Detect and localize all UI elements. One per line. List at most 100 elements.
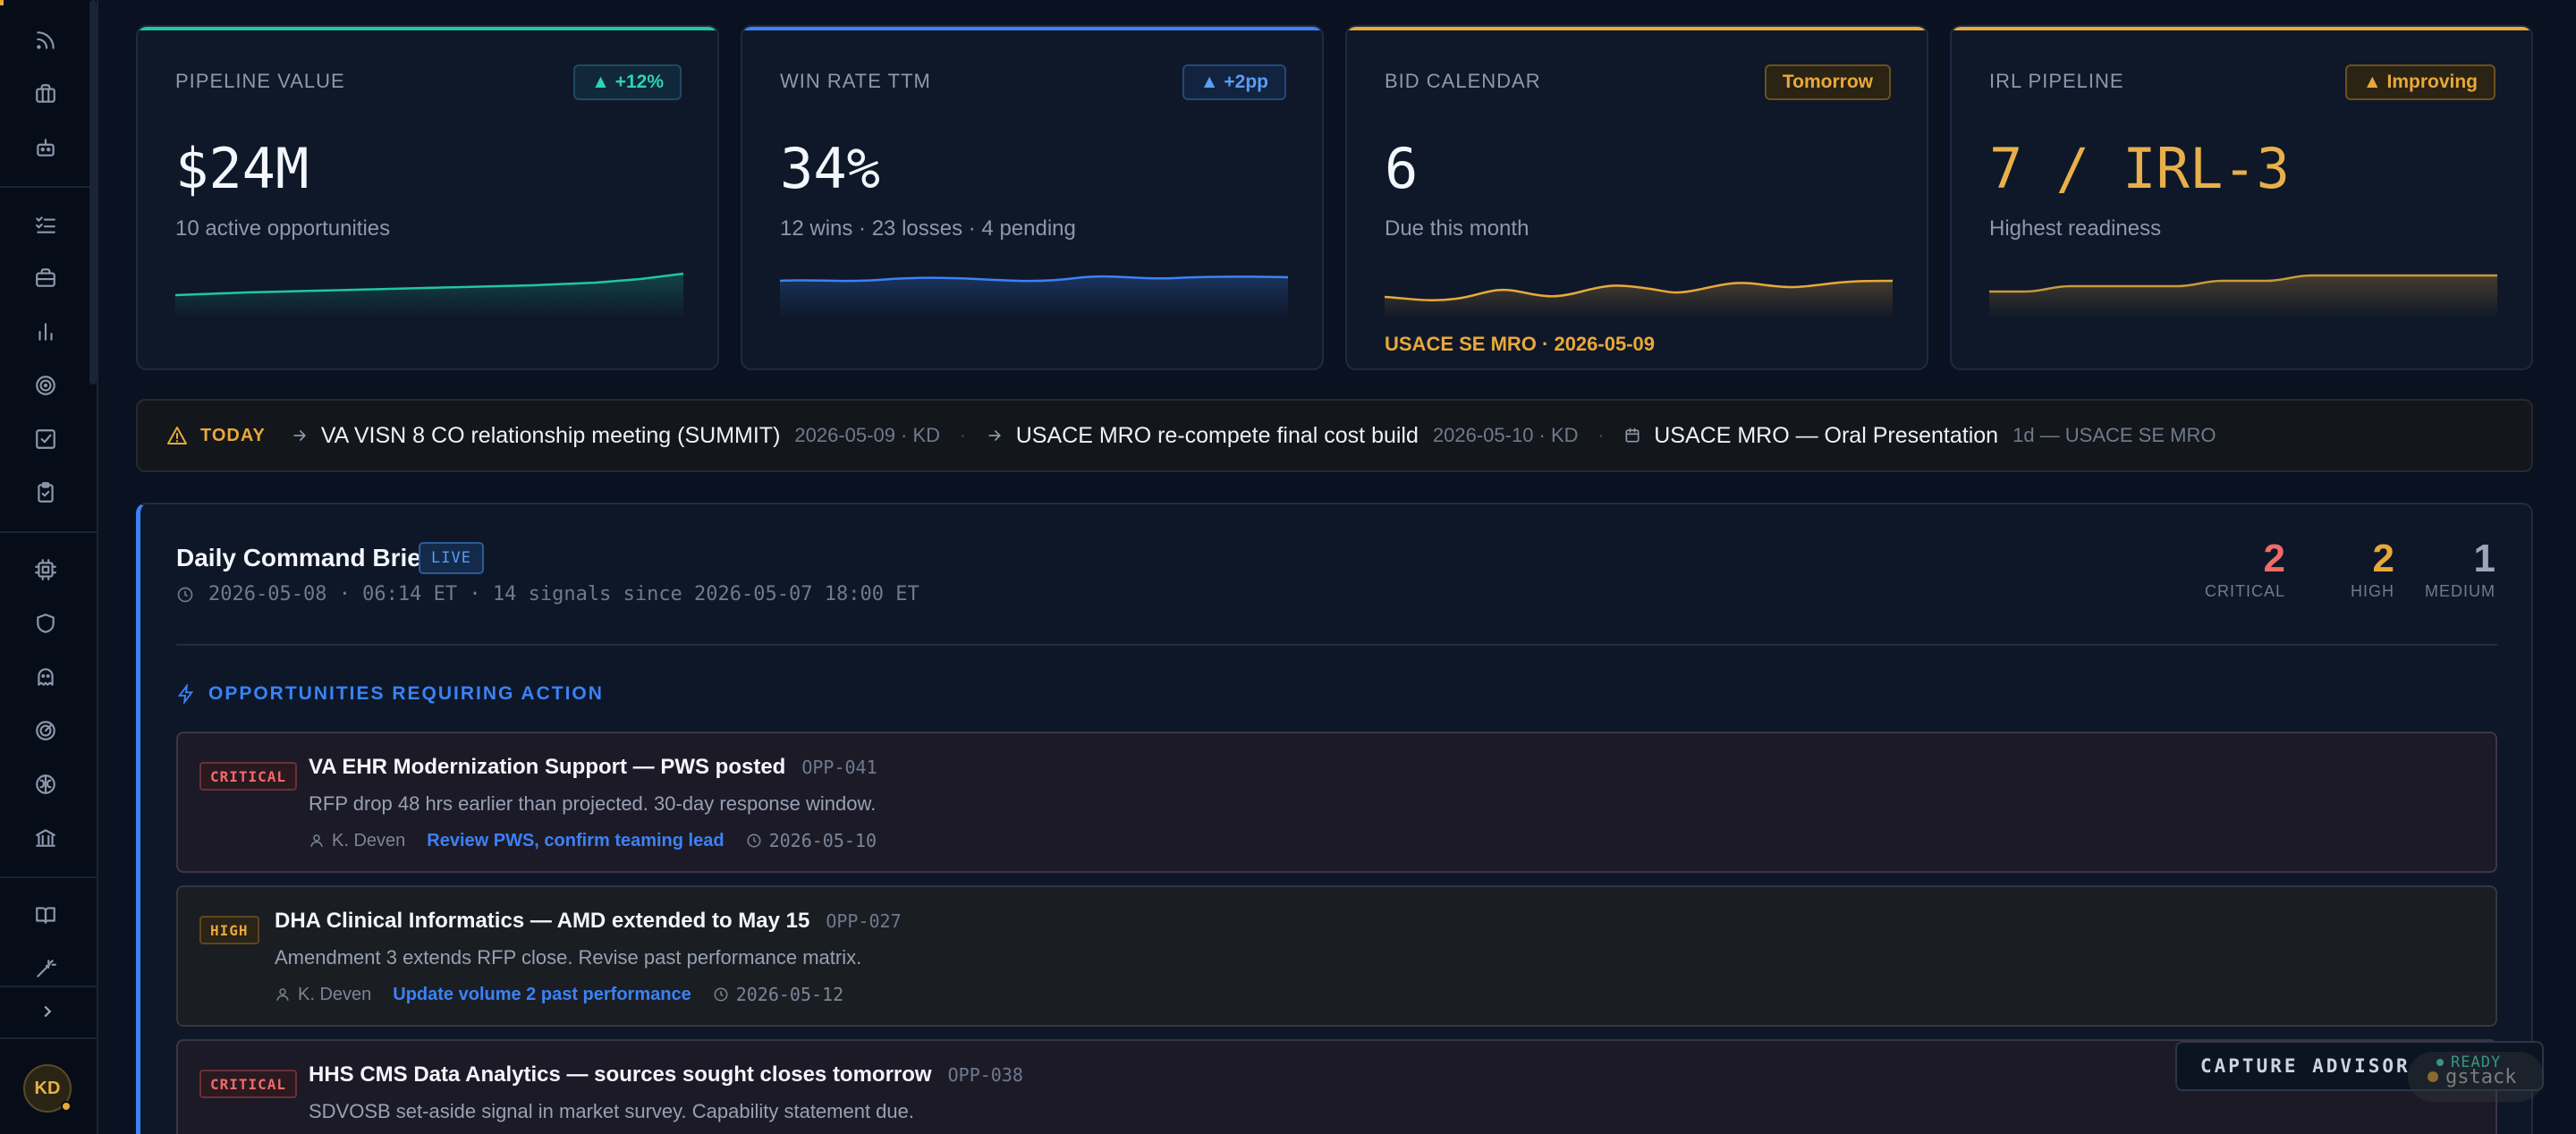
sidebar-divider [0,531,97,533]
brain-icon[interactable] [29,767,63,801]
opportunity-id: OPP-027 [826,910,902,932]
kpi-card-win-rate[interactable]: WIN RATE TTM ▲ +2pp 34% 12 wins · 23 los… [741,25,1324,370]
trend-badge: ▲ +2pp [1182,64,1286,100]
card-subtitle: 10 active opportunities [175,216,391,241]
brief-meta-text: 2026-05-08 · 06:14 ET · 14 signals since… [208,583,919,605]
due-date-text: 2026-05-10 [768,830,877,851]
count-value: 2 [2372,537,2394,580]
gstack-pill[interactable]: gstack [2408,1052,2544,1102]
opportunity-title[interactable]: VA EHR Modernization Support — PWS poste… [309,755,877,780]
lightning-icon [177,684,194,704]
sidebar-divider [0,1037,97,1039]
opportunity-card[interactable]: CRITICAL VA EHR Modernization Support — … [176,732,2497,873]
sidebar: KD [0,0,98,1134]
card-label: WIN RATE TTM [780,70,931,92]
today-item-meta: 2026-05-10 · KD [1432,424,1579,446]
opportunity-title[interactable]: DHA Clinical Informatics — AMD extended … [275,909,902,934]
card-value: 34% [780,136,880,201]
today-item-title[interactable]: USACE MRO — Oral Presentation [1654,423,1998,449]
bot-icon[interactable] [29,131,63,165]
today-label: TODAY [200,425,266,445]
radar-icon[interactable] [29,714,63,748]
action-link[interactable]: Update volume 2 past performance [393,985,691,1005]
rss-icon[interactable] [29,23,63,57]
sparkline [1385,279,1893,318]
daily-command-brief: Daily Command Brief LIVE 2026-05-08 · 06… [136,503,2533,1134]
briefcase-alt-icon[interactable] [29,261,63,295]
kpi-card-irl-pipeline[interactable]: IRL PIPELINE ▲ Improving 7 / IRL-3 Highe… [1950,25,2533,370]
card-accent [742,27,1322,30]
card-accent [1952,27,2531,30]
ghost-icon[interactable] [29,660,63,694]
card-accent [1347,27,1927,30]
due-date: 2026-05-12 [713,984,843,1005]
kpi-card-pipeline-value[interactable]: PIPELINE VALUE ▲ +12% $24M 10 active opp… [136,25,719,370]
target-icon[interactable] [29,368,63,402]
card-label: PIPELINE VALUE [175,70,345,92]
opportunity-card[interactable]: HIGH DHA Clinical Informatics — AMD exte… [176,885,2497,1027]
divider [176,644,2497,646]
count-label: MEDIUM [2425,581,2496,600]
sidebar-accent [0,0,4,5]
clock-icon [177,587,193,602]
sidebar-scrollbar[interactable] [89,0,97,385]
medium-count: 1 MEDIUM [2425,537,2496,601]
card-value: 6 [1385,136,1419,201]
owner: K. Deven [309,831,405,851]
warning-icon [166,425,188,446]
next-bid-note[interactable]: USACE SE MRO · 2026-05-09 [1385,333,1655,356]
opportunity-title[interactable]: HHS CMS Data Analytics — sources sought … [309,1062,1023,1087]
card-value: 7 / IRL-3 [1989,136,2290,201]
advisor-label: CAPTURE ADVISOR [2200,1055,2411,1077]
opportunity-title-text: VA EHR Modernization Support — PWS poste… [309,755,786,779]
opportunity-footer: K. Deven Update volume 2 past performanc… [275,984,843,1005]
briefcase-icon[interactable] [29,77,63,111]
section-heading: OPPORTUNITIES REQUIRING ACTION [176,683,604,705]
count-label: HIGH [2351,581,2394,600]
opportunity-description: Amendment 3 extends RFP close. Revise pa… [275,946,862,969]
kpi-card-bid-calendar[interactable]: BID CALENDAR Tomorrow 6 Due this month U… [1345,25,1928,370]
arrow-right-icon [986,427,1004,444]
owner-name: K. Deven [332,830,406,850]
chevron-right-icon [44,1005,52,1018]
bar-chart-icon[interactable] [29,315,63,349]
card-label: IRL PIPELINE [1989,70,2124,92]
section-heading-text: OPPORTUNITIES REQUIRING ACTION [208,683,604,704]
magic-wand-icon[interactable] [29,952,63,986]
count-label: CRITICAL [2204,581,2285,600]
avatar-status-dot [61,1101,72,1112]
arrow-right-icon [291,427,309,444]
today-item-title[interactable]: VA VISN 8 CO relationship meeting (SUMMI… [321,423,781,449]
card-subtitle: 12 wins · 23 losses · 4 pending [780,216,1076,241]
book-icon[interactable] [29,898,63,932]
owner: K. Deven [275,985,371,1005]
opportunity-title-text: HHS CMS Data Analytics — sources sought … [309,1062,932,1087]
status-badge: Tomorrow [1764,64,1891,100]
trend-badge: ▲ Improving [2344,64,2496,100]
expand-sidebar-button[interactable] [32,996,63,1027]
bank-icon[interactable] [29,821,63,855]
live-badge: LIVE [419,542,484,574]
opportunity-card[interactable]: CRITICAL HHS CMS Data Analytics — source… [176,1039,2497,1134]
today-item-meta: 2026-05-09 · KD [794,424,941,446]
cpu-icon[interactable] [29,553,63,587]
check-square-icon[interactable] [29,422,63,456]
sparkline [1989,274,2497,318]
calendar-icon [1623,427,1641,444]
checklist-icon[interactable] [29,207,63,241]
gstack-dot [2428,1071,2438,1082]
sparkline [175,272,683,318]
separator: · [960,425,966,445]
today-item-meta: 1d — USACE SE MRO [2012,424,2216,446]
opportunity-id: OPP-041 [801,757,877,778]
shield-icon[interactable] [29,606,63,640]
today-item-title[interactable]: USACE MRO re-compete final cost build [1016,423,1419,449]
opportunity-title-text: DHA Clinical Informatics — AMD extended … [275,909,810,933]
separator: · [1597,425,1605,445]
clipboard-icon[interactable] [29,476,63,510]
action-link[interactable]: Review PWS, confirm teaming lead [427,831,724,851]
owner-name: K. Deven [298,984,372,1004]
count-value: 2 [2263,537,2285,580]
sidebar-divider [0,986,97,987]
brief-meta: 2026-05-08 · 06:14 ET · 14 signals since… [176,583,919,605]
